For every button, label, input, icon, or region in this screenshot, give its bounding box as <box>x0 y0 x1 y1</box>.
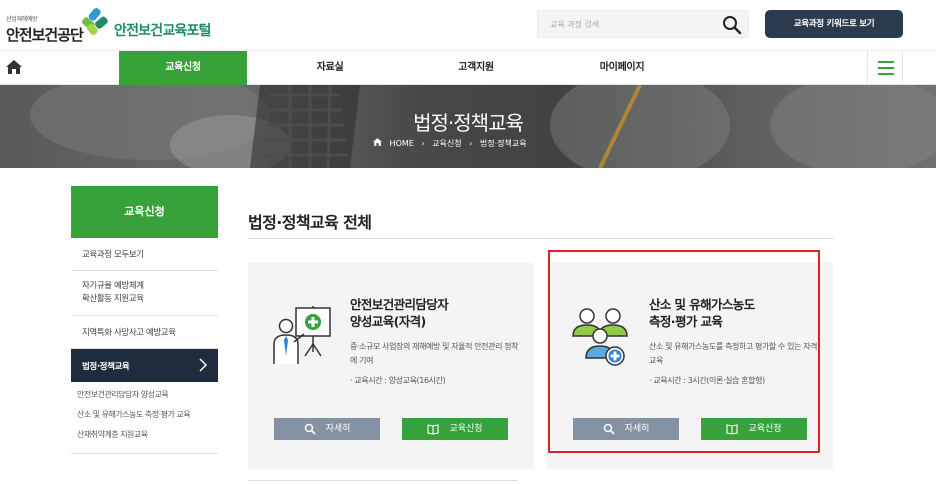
nav-item-resources[interactable]: 자료실 <box>290 51 370 85</box>
search-icon <box>304 423 316 435</box>
sidebar-item-label: 교육과정 모두보기 <box>82 250 144 260</box>
course-card: 안전보건관리담당자 양성교육(자격) 중·소규모 사업장의 재해예방 및 자율적… <box>248 262 534 469</box>
kosha-logo[interactable]: 산업재해예방 안전보건공단 <box>6 14 84 45</box>
banner-title: 법정·정책교육 <box>413 111 524 135</box>
org-tagline: 산업재해예방 <box>6 16 38 23</box>
sidebar-item-all-courses[interactable]: 교육과정 모두보기 <box>71 238 218 271</box>
org-name: 안전보건공단 <box>6 26 84 44</box>
page-title: 법정·정책교육 전체 <box>248 213 372 232</box>
main-nav: 교육신청 자료실 고객지원 마이페이지 <box>0 50 936 85</box>
book-icon <box>427 424 439 435</box>
sidebar-item-label: 자기규율 예방체계 <box>82 281 144 291</box>
apply-button[interactable]: 교육신청 <box>402 418 508 440</box>
sidebar-item-label: 확산활동 지원교육 <box>82 294 144 304</box>
heading-divider <box>248 238 834 239</box>
sidebar-divider <box>71 453 218 454</box>
search-icon[interactable] <box>722 15 742 35</box>
page-banner: 법정·정책교육 HOME › 교육신청 › 법정·정책교육 <box>0 85 936 168</box>
detail-button[interactable]: 자세히 <box>274 418 380 440</box>
sidebar-item-label: 지역특화 사망사고 예방교육 <box>82 328 176 338</box>
detail-button-label: 자세히 <box>325 424 351 434</box>
course-title: 안전보건관리담당자 양성교육(자격) <box>350 296 449 330</box>
search-input[interactable] <box>538 11 718 37</box>
course-description: 중·소규모 사업장의 재해예방 및 자율적 안전관리 정착에 기여 <box>350 342 519 365</box>
sidebar-item-label: 법정·정책교육 <box>82 361 130 372</box>
nav-item-support[interactable]: 고객지원 <box>436 51 516 85</box>
course-title-line: 양성교육(자격) <box>350 314 426 329</box>
hamburger-icon <box>878 61 894 63</box>
apply-button-label: 교육신청 <box>449 424 483 434</box>
nav-item-mypage[interactable]: 마이페이지 <box>582 51 662 85</box>
breadcrumb-chevron-icon: › <box>469 138 473 148</box>
sidebar-subitem-vulnerable[interactable]: 산재취약계층 지원교육 <box>71 429 218 440</box>
chevron-right-icon <box>199 358 208 372</box>
search-box <box>537 10 749 38</box>
breadcrumb-home-icon[interactable] <box>372 137 383 149</box>
keyword-view-button[interactable]: 교육과정 키워드로 보기 <box>765 10 903 38</box>
highlight-box <box>548 250 820 453</box>
home-icon[interactable] <box>5 58 23 76</box>
course-title-line: 안전보건관리담당자 <box>350 297 449 312</box>
sidebar-item-self-regulation[interactable]: 자기규율 예방체계 확산활동 지원교육 <box>71 271 218 316</box>
sidebar-item-regional[interactable]: 지역특화 사망사고 예방교육 <box>71 316 218 349</box>
sidebar-item-statutory[interactable]: 법정·정책교육 <box>71 349 218 382</box>
sidebar-title: 교육신청 <box>71 186 218 238</box>
sidebar-subitem-manager[interactable]: 안전보건관리담당자 양성교육 <box>71 389 218 400</box>
breadcrumb-current[interactable]: 법정·정책교육 <box>480 138 527 149</box>
breadcrumb-chevron-icon: › <box>421 138 425 148</box>
nav-item-apply[interactable]: 교육신청 <box>119 51 247 85</box>
sidebar-subitem-gas[interactable]: 산소 및 유해가스농도 측정·평가 교육 <box>71 409 218 420</box>
page: 산업재해예방 안전보건공단 안전보건교육포털 교육과정 키워드로 보기 교육신청… <box>0 0 936 484</box>
site-header: 산업재해예방 안전보건공단 안전보건교육포털 교육과정 키워드로 보기 <box>0 0 936 50</box>
content-divider <box>248 480 518 481</box>
presentation-icon <box>273 306 331 364</box>
breadcrumb: HOME › 교육신청 › 법정·정책교육 <box>372 137 527 149</box>
breadcrumb-apply[interactable]: 교육신청 <box>432 138 461 149</box>
menu-button[interactable] <box>867 51 903 85</box>
portal-name[interactable]: 안전보건교육포털 <box>114 20 211 40</box>
breadcrumb-home[interactable]: HOME <box>390 139 414 148</box>
course-duration: · 교육시간 : 양성교육(16시간) <box>350 376 446 385</box>
portal-logo-icon <box>82 8 108 35</box>
